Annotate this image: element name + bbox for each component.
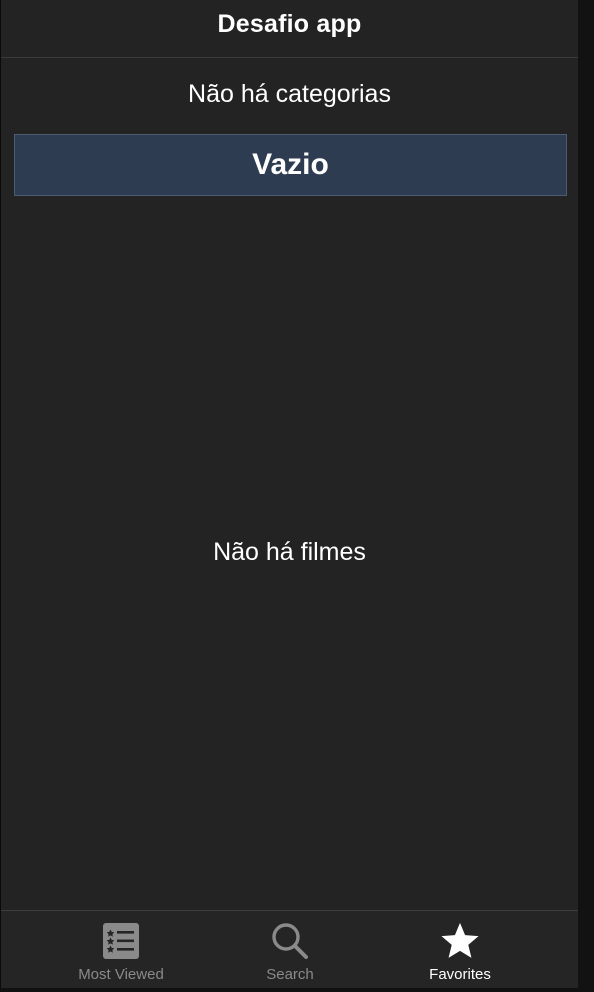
categories-empty-message: Não há categorias (188, 80, 391, 108)
tab-search[interactable]: Search (200, 911, 380, 991)
tab-most-viewed[interactable]: Most Viewed (31, 911, 211, 991)
app-screen: Desafio app Não há categorias Vazio Não … (0, 0, 578, 992)
navigation-bar: Desafio app (1, 0, 578, 58)
search-icon (270, 921, 310, 961)
star-icon (440, 921, 480, 961)
tab-favorites[interactable]: Favorites (370, 911, 550, 991)
window-edge (578, 0, 594, 992)
tab-bar: Most Viewed Search Favorites (1, 910, 578, 992)
page-title: Desafio app (217, 10, 362, 38)
category-item-empty[interactable]: Vazio (14, 134, 567, 196)
category-label: Vazio (252, 148, 329, 181)
movies-empty-message: Não há filmes (213, 538, 366, 566)
tab-label-search: Search (266, 966, 314, 983)
bottom-edge (0, 988, 578, 992)
tab-label-favorites: Favorites (429, 966, 491, 983)
tab-label-most-viewed: Most Viewed (78, 966, 164, 983)
list-icon (101, 921, 141, 961)
